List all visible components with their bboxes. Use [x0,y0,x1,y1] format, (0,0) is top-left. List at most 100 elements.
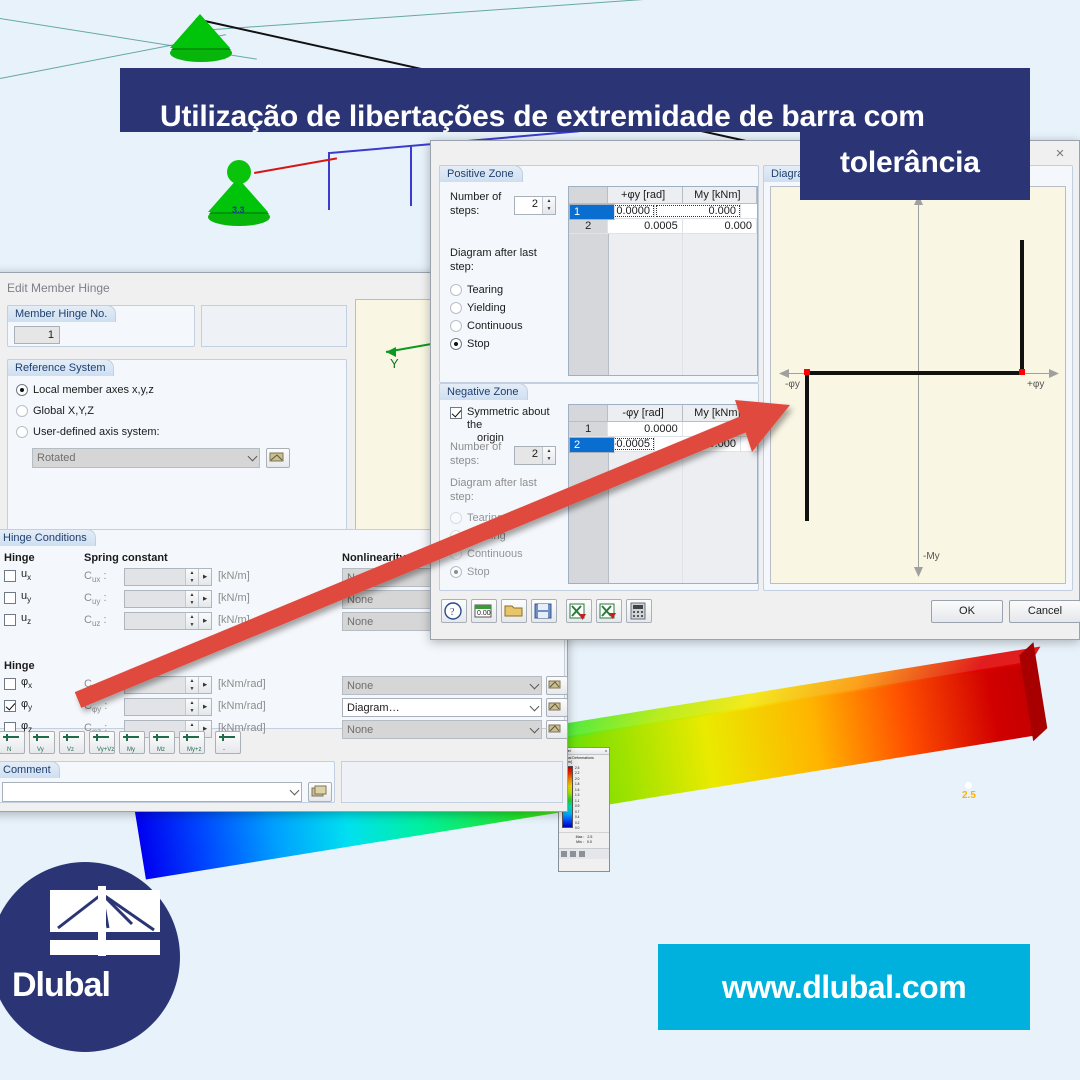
hinge-dof-checkbox-uz[interactable]: uz [4,612,31,626]
nonlinearity-dropdown-φx[interactable]: None [342,676,542,695]
hinge-preset-toolbar[interactable]: N Vy Vz Vy+Vz My Mz My+z - [0,731,245,755]
comment-input[interactable] [2,782,302,802]
hinge-preset-Mz[interactable]: Mz [149,731,175,754]
hinge-dof-checkbox-ux[interactable]: ux [4,568,31,582]
checkbox-icon [4,591,16,604]
axis-system-value: Rotated [37,452,76,464]
stepper-arrows[interactable]: ▲▼ [542,197,555,214]
spring-constant-input-φx[interactable]: ▲ ▼ ▶ [124,676,212,694]
radio-local-member-axes[interactable]: Local member axes x,y,z [16,384,154,396]
axis-system-dropdown[interactable]: Rotated [32,448,260,468]
expand-arrow[interactable]: ▶ [198,699,211,715]
stepper-arrows[interactable]: ▲▼ [185,591,198,607]
stepper-arrows[interactable]: ▲▼ [185,613,198,629]
nonlinearity-dropdown-φz[interactable]: None [342,720,542,739]
expand-arrow[interactable]: ▶ [198,677,211,693]
negative-steps-stepper[interactable]: 2 ▲ ▼ [514,446,556,465]
nonlinearity-edit-button-φz[interactable] [546,720,568,739]
legend-toolbar[interactable] [559,847,609,859]
comment-library-button[interactable] [308,782,332,802]
radio-tearing[interactable]: Tearing [450,284,503,296]
hinge-preset-Vy-Vz[interactable]: Vy+Vz [89,731,115,754]
hinge-preset-Vy[interactable]: Vy [29,731,55,754]
toolbar-import-excel-icon[interactable] [566,599,592,623]
stepper-arrows[interactable]: ▲▼ [542,447,555,464]
hinge-preset-My-z[interactable]: My+z [179,731,205,754]
legend-colors-icon[interactable] [561,850,567,857]
table-row[interactable]: 1 0.0000 0.000 [569,422,758,437]
diagram-close-button[interactable]: × [1051,145,1069,163]
toolbar-units-icon[interactable]: 0.00 [471,599,497,623]
row-moment[interactable]: 0.000 [655,437,741,451]
beam-max-value: 2.5 [962,790,976,801]
website-banner[interactable]: www.dlubal.com [658,944,1030,1030]
stepper-arrows[interactable]: ▲▼ [185,699,198,715]
row-moment[interactable]: 0.000 [683,422,758,436]
edit-diagram-icon [548,724,561,733]
negative-zone-table[interactable]: -φy [rad] My [kNm] 1 0.0000 0.000 2 -0.00… [568,404,758,584]
spring-constant-input-φy[interactable]: ▲ ▼ ▶ [124,698,212,716]
radio-stop[interactable]: Stop [450,566,490,578]
nonlinearity-edit-button-φy[interactable] [546,698,568,717]
radio-continuous[interactable]: Continuous [450,548,523,560]
spring-constant-input-uz[interactable]: ▲ ▼ ▶ [124,612,212,630]
radio-continuous[interactable]: Continuous [450,320,523,332]
hinge-preset-N[interactable]: N [0,731,25,754]
toolbar-export-excel-icon[interactable] [596,599,622,623]
axis-system-picker-button[interactable] [266,448,290,468]
svg-text:-: - [223,747,225,753]
positive-steps-stepper[interactable]: 2 ▲ ▼ [514,196,556,215]
expand-arrow[interactable]: ▶ [198,591,211,607]
stepper-arrows[interactable]: ▲▼ [185,677,198,693]
row-rotation[interactable]: 0.0005 [608,219,683,233]
legend-close-icon[interactable]: x [605,749,607,753]
radio-icon [450,284,462,296]
cancel-button[interactable]: Cancel [1009,600,1080,623]
radio-icon [450,512,462,524]
row-moment[interactable]: 0.000 [683,219,758,233]
toolbar-open-icon[interactable] [501,599,527,623]
radio-icon [16,426,28,438]
diagram-dialog[interactable]: × Positive Zone Number of steps: 2 ▲ ▼ Di… [430,140,1080,640]
row-rotation[interactable]: 0.0000 [608,422,683,436]
table-row[interactable]: 2 0.0005 0.000 [569,219,758,234]
spring-constant-input-ux[interactable]: ▲ ▼ ▶ [124,568,212,586]
member-hinge-no-input[interactable]: 1 [14,326,60,344]
diagram-toolbar[interactable]: ? 0.00 [441,599,656,625]
toolbar-save-icon[interactable] [531,599,557,623]
radio-stop[interactable]: Stop [450,338,490,350]
row-moment[interactable]: 0.000 [655,204,741,218]
hinge-dof-checkbox-φy[interactable]: φy [4,698,32,712]
legend-settings-icon[interactable] [570,850,576,857]
nonlinearity-edit-button-φx[interactable] [546,676,568,695]
radio-global-axes[interactable]: Global X,Y,Z [16,405,94,417]
table-row[interactable]: 1 0.0000 0.000 [569,204,757,220]
table-row[interactable]: 2 -0.0005 0.000 [569,437,757,453]
spring-constant-label: Cux : [84,570,107,585]
hinge-description-input[interactable] [201,305,347,347]
radio-yielding[interactable]: Yielding [450,530,506,542]
toolbar-help-icon[interactable]: ? [441,599,467,623]
hinge-dof-checkbox-φx[interactable]: φx [4,676,32,690]
legend-font-icon[interactable] [579,850,585,857]
radio-icon [450,320,462,332]
radio-user-defined-axes[interactable]: User-defined axis system: [16,426,160,438]
expand-arrow[interactable]: ▶ [198,569,211,585]
hinge-preset-Vz[interactable]: Vz [59,731,85,754]
svg-text:Vy+Vz: Vy+Vz [97,747,114,753]
ok-button[interactable]: OK [931,600,1003,623]
hinge-preset--[interactable]: - [215,731,241,754]
hinge-preset-My[interactable]: My [119,731,145,754]
radio-tearing[interactable]: Tearing [450,512,503,524]
expand-arrow[interactable]: ▶ [198,613,211,629]
stepper-arrows[interactable]: ▲▼ [185,569,198,585]
pick-axis-icon [269,452,284,462]
moment-rotation-chart[interactable]: -φy +φy -My [770,186,1066,584]
radio-yielding[interactable]: Yielding [450,302,506,314]
toolbar-calculator-icon[interactable] [626,599,652,623]
nonlinearity-value: None [347,571,374,584]
spring-constant-input-uy[interactable]: ▲ ▼ ▶ [124,590,212,608]
positive-zone-table[interactable]: +φy [rad] My [kNm] 1 0.0000 0.000 2 0.000… [568,186,758,376]
hinge-dof-checkbox-uy[interactable]: uy [4,590,31,604]
nonlinearity-dropdown-φy[interactable]: Diagram… [342,698,542,717]
